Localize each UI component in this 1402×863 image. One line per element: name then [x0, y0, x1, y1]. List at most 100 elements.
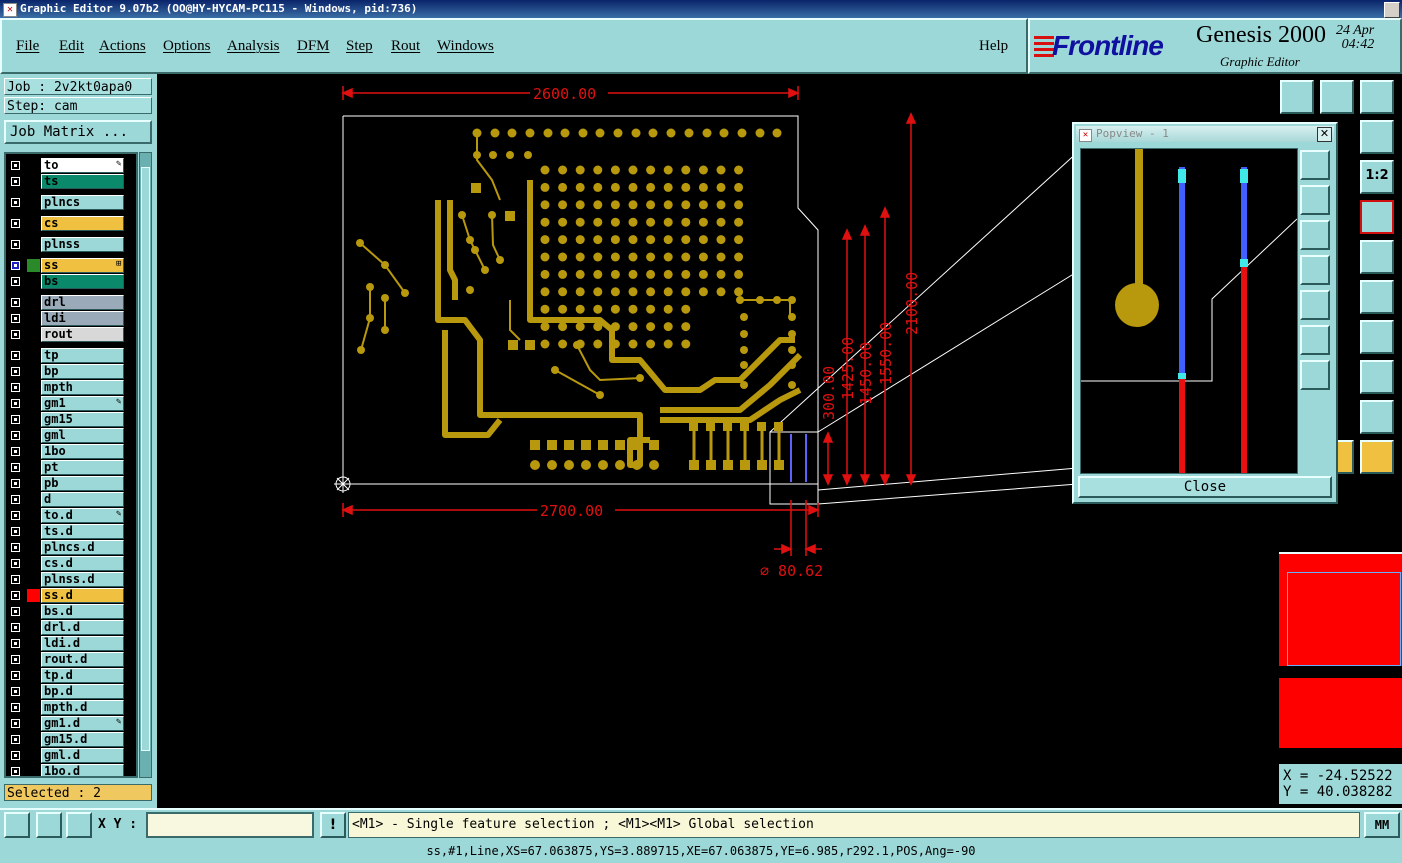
- layer-row[interactable]: bs: [6, 274, 136, 289]
- info-icon[interactable]: !: [320, 812, 346, 838]
- layer-name[interactable]: gml: [41, 428, 124, 443]
- layer-checkbox[interactable]: [11, 177, 20, 186]
- scrollbar-thumb[interactable]: [141, 167, 150, 751]
- layer-name[interactable]: 1bo: [41, 444, 124, 459]
- menu-help[interactable]: Help: [979, 38, 1008, 55]
- layer-checkbox[interactable]: [11, 447, 20, 456]
- layer-name[interactable]: drl.d: [41, 620, 124, 635]
- tool-save-icon[interactable]: [1320, 80, 1354, 114]
- layer-name[interactable]: to.d: [41, 508, 124, 523]
- menu-step[interactable]: Step: [346, 38, 373, 55]
- tool-text-icon[interactable]: [1360, 400, 1394, 434]
- layer-row[interactable]: plncs.d: [6, 540, 136, 555]
- layer-checkbox[interactable]: [11, 543, 20, 552]
- units-button[interactable]: MM: [1364, 812, 1400, 838]
- layer-name[interactable]: plncs.d: [41, 540, 124, 555]
- layer-row[interactable]: mpth.d: [6, 700, 136, 715]
- layer-row[interactable]: ss.d: [6, 588, 136, 603]
- layer-row[interactable]: pt: [6, 460, 136, 475]
- layer-name[interactable]: gm1: [41, 396, 124, 411]
- layer-checkbox[interactable]: [11, 607, 20, 616]
- layer-checkbox[interactable]: [11, 240, 20, 249]
- layer-row[interactable]: 1bo.d: [6, 764, 136, 776]
- menu-edit[interactable]: Edit: [59, 38, 84, 55]
- layer-row[interactable]: mpth: [6, 380, 136, 395]
- layer-name[interactable]: ss.d: [41, 588, 124, 603]
- layer-checkbox[interactable]: [11, 415, 20, 424]
- tool-pointer-icon[interactable]: [1360, 440, 1394, 474]
- layer-checkbox[interactable]: [11, 351, 20, 360]
- layer-checkbox[interactable]: [11, 671, 20, 680]
- popview-tool-icon[interactable]: [1300, 290, 1330, 320]
- layer-name[interactable]: pb: [41, 476, 124, 491]
- tool-measure-icon[interactable]: [1360, 360, 1394, 394]
- affected-layer-icon[interactable]: [27, 589, 40, 602]
- layer-row[interactable]: gm1.d ✎: [6, 716, 136, 731]
- layer-row[interactable]: tp: [6, 348, 136, 363]
- layer-row[interactable]: bs.d: [6, 604, 136, 619]
- layer-name[interactable]: ldi.d: [41, 636, 124, 651]
- tool-scale-icon[interactable]: 1:2: [1360, 160, 1394, 194]
- layer-checkbox[interactable]: [11, 261, 20, 270]
- layer-checkbox[interactable]: [11, 767, 20, 776]
- layer-checkbox[interactable]: [11, 431, 20, 440]
- layer-row[interactable]: ss ⊞: [6, 258, 136, 273]
- layer-checkbox[interactable]: [11, 314, 20, 323]
- layer-row[interactable]: gm1 ✎: [6, 396, 136, 411]
- layer-row[interactable]: gm15: [6, 412, 136, 427]
- layer-name[interactable]: cs: [41, 216, 124, 231]
- layer-checkbox[interactable]: [11, 219, 20, 228]
- layer-row[interactable]: d: [6, 492, 136, 507]
- layer-row[interactable]: plncs: [6, 195, 136, 210]
- layer-checkbox[interactable]: [11, 639, 20, 648]
- layer-row[interactable]: drl.d: [6, 620, 136, 635]
- layer-name[interactable]: ss: [41, 258, 124, 273]
- popview-close-button[interactable]: Close: [1078, 476, 1332, 498]
- layer-checkbox[interactable]: [11, 161, 20, 170]
- layer-name[interactable]: tp: [41, 348, 124, 363]
- layer-checkbox[interactable]: [11, 703, 20, 712]
- layer-checkbox[interactable]: [11, 559, 20, 568]
- layer-name[interactable]: gm1.d: [41, 716, 124, 731]
- layer-checkbox[interactable]: [11, 495, 20, 504]
- measure-icon[interactable]: [36, 812, 62, 838]
- layer-name[interactable]: ts: [41, 174, 124, 189]
- popview-title-bar[interactable]: ✕ Popview - 1 ✕: [1076, 126, 1334, 142]
- layer-row[interactable]: plnss: [6, 237, 136, 252]
- layer-name[interactable]: bp.d: [41, 684, 124, 699]
- layer-row[interactable]: pb: [6, 476, 136, 491]
- layer-row[interactable]: rout.d: [6, 652, 136, 667]
- overview-map[interactable]: [1279, 552, 1402, 748]
- layer-row[interactable]: ldi: [6, 311, 136, 326]
- popview-tool-icon[interactable]: [1300, 150, 1330, 180]
- popview-tool-icon[interactable]: [1300, 255, 1330, 285]
- grid-icon[interactable]: [66, 812, 92, 838]
- layer-checkbox[interactable]: [11, 751, 20, 760]
- close-icon[interactable]: ✕: [1317, 127, 1332, 142]
- tool-open-icon[interactable]: [1280, 80, 1314, 114]
- popview-tool-icon[interactable]: [1300, 325, 1330, 355]
- layer-row[interactable]: drl: [6, 295, 136, 310]
- layer-checkbox[interactable]: [11, 298, 20, 307]
- layer-name[interactable]: mpth.d: [41, 700, 124, 715]
- layer-checkbox[interactable]: [11, 511, 20, 520]
- layer-name[interactable]: rout.d: [41, 652, 124, 667]
- layer-name[interactable]: mpth: [41, 380, 124, 395]
- menu-windows[interactable]: Windows: [437, 38, 494, 55]
- layer-row[interactable]: plnss.d: [6, 572, 136, 587]
- layer-name[interactable]: plnss: [41, 237, 124, 252]
- layer-name[interactable]: rout: [41, 327, 124, 342]
- zoom-fit-icon[interactable]: [4, 812, 30, 838]
- menu-actions[interactable]: Actions: [99, 38, 146, 55]
- layer-name[interactable]: gm15: [41, 412, 124, 427]
- layer-checkbox[interactable]: [11, 735, 20, 744]
- menu-rout[interactable]: Rout: [391, 38, 420, 55]
- tool-home-icon[interactable]: [1360, 80, 1394, 114]
- job-matrix-button[interactable]: Job Matrix ...: [4, 120, 152, 144]
- xy-input[interactable]: [146, 812, 314, 838]
- layer-name[interactable]: bs: [41, 274, 124, 289]
- layer-row[interactable]: cs: [6, 216, 136, 231]
- layer-checkbox[interactable]: [11, 277, 20, 286]
- layer-row[interactable]: tp.d: [6, 668, 136, 683]
- layer-name[interactable]: bs.d: [41, 604, 124, 619]
